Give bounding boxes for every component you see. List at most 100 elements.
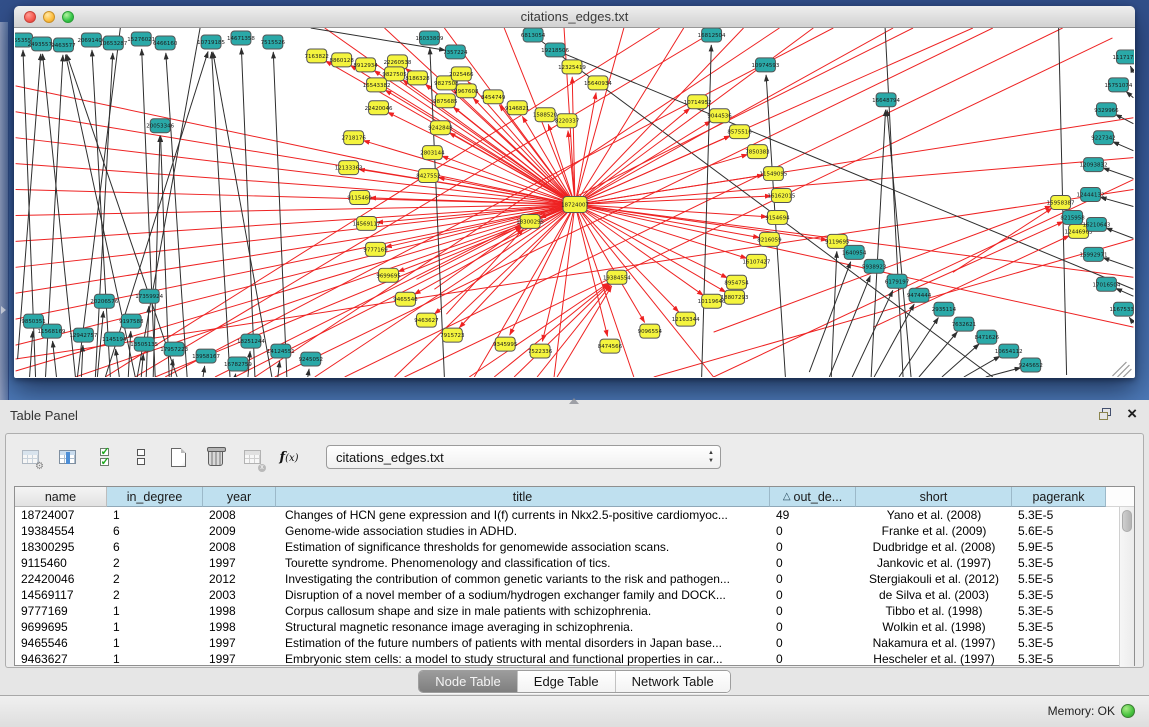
network-edge xyxy=(1113,142,1134,151)
table-cell-in-degree: 2 xyxy=(107,571,203,587)
desktop-left-edge xyxy=(0,22,9,400)
table-cell-in-degree: 1 xyxy=(107,619,203,635)
table-row[interactable]: 969969511998Structural magnetic resonanc… xyxy=(15,619,1106,635)
show-columns-icon[interactable] xyxy=(55,445,79,469)
network-node-label: 8474566 xyxy=(598,344,623,350)
table-cell-name: 9777169 xyxy=(15,603,107,619)
select-columns-icon[interactable] xyxy=(92,445,116,469)
network-graph[interactable]: 1872400771638228860128891293422260538982… xyxy=(15,28,1134,377)
sort-ascending-icon: △ xyxy=(783,491,791,502)
network-node-label: 22420046 xyxy=(365,106,393,112)
network-node-label: 15751074 xyxy=(1105,83,1133,89)
table-row[interactable]: 1830029562008Estimation of significance … xyxy=(15,539,1106,555)
network-edge xyxy=(16,190,1134,360)
tab-network-table[interactable]: Network Table xyxy=(616,671,730,692)
table-cell-pagerank: 5.3E-5 xyxy=(1012,635,1106,651)
network-edge xyxy=(953,208,1052,272)
network-canvas[interactable]: 1872400771638228860128891293422260538982… xyxy=(15,28,1134,377)
network-node-label: 7850383 xyxy=(745,150,770,156)
network-node-label: 10714952 xyxy=(684,100,712,106)
panel-collapse-arrow-icon[interactable] xyxy=(1,306,6,314)
column-header-in-degree[interactable]: in_degree xyxy=(107,487,203,507)
table-row[interactable]: 1456911722003Disruption of a novel membe… xyxy=(15,587,1106,603)
network-edge xyxy=(166,53,187,377)
function-builder-icon[interactable]: f(x) xyxy=(277,445,301,469)
network-edge xyxy=(1115,114,1133,123)
float-panel-icon[interactable] xyxy=(1099,408,1113,421)
network-node-label: 9197588 xyxy=(119,319,144,325)
column-header-out-de-[interactable]: △out_de... xyxy=(770,487,856,507)
vertical-scrollbar[interactable] xyxy=(1119,507,1134,667)
table-row[interactable]: 946362711997Embryonic stem cells: a mode… xyxy=(15,651,1106,667)
network-node-label: 9465546 xyxy=(393,297,418,303)
table-mode-icon[interactable]: ⚙ xyxy=(18,445,42,469)
network-node-label: 1145194 xyxy=(102,337,127,343)
network-node-label: 12163344 xyxy=(672,317,700,323)
table-row[interactable]: 2242004622012Investigating the contribut… xyxy=(15,571,1106,587)
network-node-label: 16812504 xyxy=(698,33,726,39)
network-node-label: 9474444 xyxy=(907,293,932,299)
network-node-label: 9875685 xyxy=(433,99,457,105)
table-row[interactable]: 977716911998Corpus callosum shape and si… xyxy=(15,603,1106,619)
memory-indicator[interactable]: Memory: OK xyxy=(1048,704,1135,718)
table-cell-out-de-: 0 xyxy=(770,523,856,539)
network-edge xyxy=(1126,91,1133,97)
x-badge-icon: x xyxy=(258,464,266,472)
window-titlebar[interactable]: citations_edges.txt xyxy=(14,6,1135,28)
tab-edge-table[interactable]: Edge Table xyxy=(518,671,616,692)
table-cell-short: Nakamura et al. (1997) xyxy=(856,635,1012,651)
network-edge xyxy=(809,262,850,372)
column-header-label: name xyxy=(45,490,76,504)
network-edge xyxy=(308,369,309,377)
table-cell-title: Tourette syndrome. Phenomenology and cla… xyxy=(276,555,770,571)
table-row[interactable]: 946554611997Estimation of the future num… xyxy=(15,635,1106,651)
table-cell-out-de-: 49 xyxy=(770,507,856,523)
network-edge xyxy=(575,108,690,204)
network-node-label: 2718176 xyxy=(341,136,366,142)
table-cell-short: Stergiakouli et al. (2012) xyxy=(856,571,1012,587)
table-row[interactable]: 1938455462009Genome-wide association stu… xyxy=(15,523,1106,539)
tab-node-table[interactable]: Node Table xyxy=(419,671,518,692)
network-node-label: 9777169 xyxy=(363,247,388,253)
new-table-icon[interactable] xyxy=(166,445,190,469)
column-header-title[interactable]: title xyxy=(276,487,770,507)
network-node-label: 7515526 xyxy=(261,40,286,46)
table-cell-out-de-: 0 xyxy=(770,603,856,619)
table-cell-short: Jankovic et al. (1997) xyxy=(856,555,1012,571)
column-header-short[interactable]: short xyxy=(856,487,1012,507)
row-height-icon[interactable] xyxy=(129,445,153,469)
network-node-label: 8860128 xyxy=(329,58,354,64)
network-node-label: 16210643 xyxy=(1083,222,1111,228)
table-row[interactable]: 911546021997Tourette syndrome. Phenomeno… xyxy=(15,555,1106,571)
network-edge xyxy=(241,48,255,377)
network-node-label: 2935114 xyxy=(932,307,957,313)
network-node-label: 9463627 xyxy=(414,318,439,324)
network-node-label: 16782759 xyxy=(224,362,252,368)
network-edge xyxy=(494,284,609,377)
network-node-label: 9850351 xyxy=(21,319,45,325)
network-node-label: 9227342 xyxy=(1091,136,1115,142)
network-table-select[interactable]: citations_edges.txt ▲▼ xyxy=(326,445,721,469)
scrollbar-thumb[interactable] xyxy=(1122,510,1132,532)
column-header-pagerank[interactable]: pagerank xyxy=(1012,487,1106,507)
column-header-name[interactable]: name xyxy=(15,487,107,507)
trash-icon[interactable] xyxy=(203,445,227,469)
table-row[interactable]: 1872400712008Changes of HCN gene express… xyxy=(15,507,1106,523)
network-node-label: 8454749 xyxy=(481,95,506,101)
network-edge xyxy=(469,283,608,377)
table-cell-pagerank: 5.9E-5 xyxy=(1012,539,1106,555)
close-panel-icon[interactable]: × xyxy=(1127,407,1137,421)
network-node-label: 6813054 xyxy=(521,33,546,39)
table-cell-pagerank: 5.3E-5 xyxy=(1012,603,1106,619)
network-node-label: 12942757 xyxy=(69,333,97,339)
network-node-label: 8575516 xyxy=(727,130,752,136)
column-header-year[interactable]: year xyxy=(203,487,276,507)
network-node-label: 15992971 xyxy=(1080,252,1108,258)
status-bar: Memory: OK xyxy=(0,695,1149,727)
delete-table-icon[interactable]: x xyxy=(240,445,264,469)
network-node-label: 8186328 xyxy=(405,76,430,82)
network-node-label: 6179197 xyxy=(885,279,910,285)
network-node-label: 9699695 xyxy=(376,273,400,279)
column-header-label: year xyxy=(227,490,251,504)
table-cell-title: Genome-wide association studies in ADHD. xyxy=(276,523,770,539)
